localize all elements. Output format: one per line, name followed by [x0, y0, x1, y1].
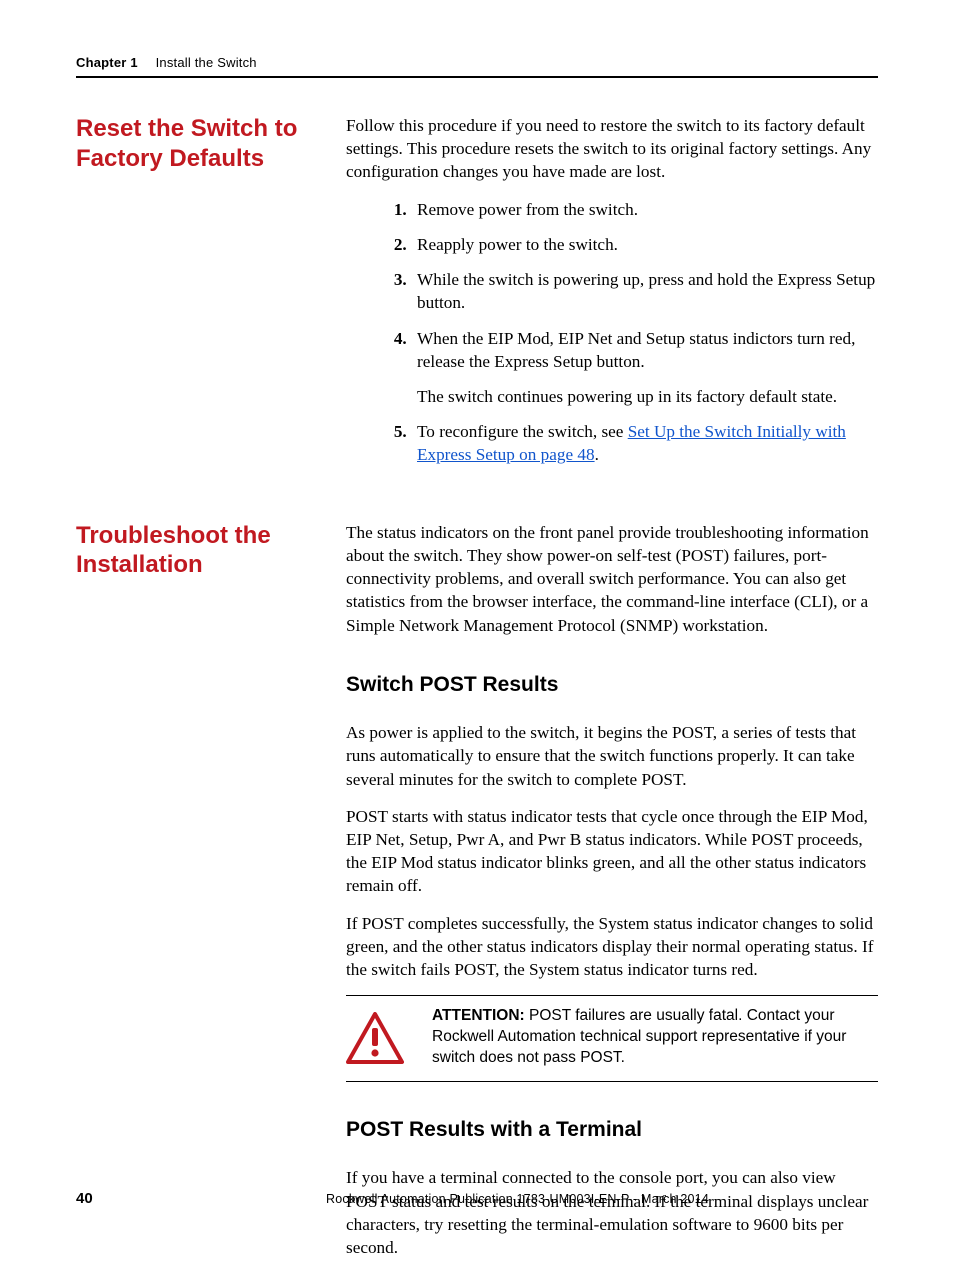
warning-triangle-icon: [346, 1012, 428, 1064]
attention-label: ATTENTION:: [432, 1007, 529, 1024]
page-footer: 40 Rockwell Automation Publication 1783-…: [76, 1190, 878, 1207]
step-5: To reconfigure the switch, see Set Up th…: [411, 420, 878, 466]
section-troubleshoot: Troubleshoot the Installation The status…: [76, 521, 878, 1273]
section-reset-switch: Reset the Switch to Factory Defaults Fol…: [76, 114, 878, 479]
heading-post-terminal: POST Results with a Terminal: [346, 1116, 878, 1144]
step-2-text: Reapply power to the switch.: [417, 235, 618, 254]
step-4-text: When the EIP Mod, EIP Net and Setup stat…: [417, 329, 855, 371]
chapter-title: Install the Switch: [156, 55, 257, 70]
step-2: Reapply power to the switch.: [411, 233, 878, 256]
side-heading-reset: Reset the Switch to Factory Defaults: [76, 114, 346, 479]
heading-switch-post-results: Switch POST Results: [346, 671, 878, 699]
page-number: 40: [76, 1190, 326, 1207]
step-1-text: Remove power from the switch.: [417, 200, 638, 219]
chapter-label: Chapter 1: [76, 55, 138, 70]
side-heading-troubleshoot: Troubleshoot the Installation: [76, 521, 346, 1273]
body-troubleshoot: The status indicators on the front panel…: [346, 521, 878, 1273]
step-4: When the EIP Mod, EIP Net and Setup stat…: [411, 327, 878, 409]
body-reset: Follow this procedure if you need to res…: [346, 114, 878, 479]
step-5-post: .: [595, 445, 599, 464]
step-4-continuation: The switch continues powering up in its …: [417, 385, 878, 408]
intro-paragraph: Follow this procedure if you need to res…: [346, 114, 878, 184]
running-header: Chapter 1 Install the Switch: [76, 55, 878, 78]
step-3-text: While the switch is powering up, press a…: [417, 270, 875, 312]
post-results-p3: If POST completes successfully, the Syst…: [346, 912, 878, 982]
step-3: While the switch is powering up, press a…: [411, 268, 878, 314]
steps-list: Remove power from the switch. Reapply po…: [346, 198, 878, 467]
post-results-p2: POST starts with status indicator tests …: [346, 805, 878, 898]
step-5-pre: To reconfigure the switch, see: [417, 422, 628, 441]
attention-text: ATTENTION: POST failures are usually fat…: [432, 1006, 878, 1069]
step-1: Remove power from the switch.: [411, 198, 878, 221]
troubleshoot-intro: The status indicators on the front panel…: [346, 521, 878, 637]
attention-box: ATTENTION: POST failures are usually fat…: [346, 995, 878, 1082]
publication-id: Rockwell Automation Publication 1783-UM0…: [326, 1192, 709, 1206]
post-terminal-p1: If you have a terminal connected to the …: [346, 1166, 878, 1259]
post-results-p1: As power is applied to the switch, it be…: [346, 721, 878, 791]
